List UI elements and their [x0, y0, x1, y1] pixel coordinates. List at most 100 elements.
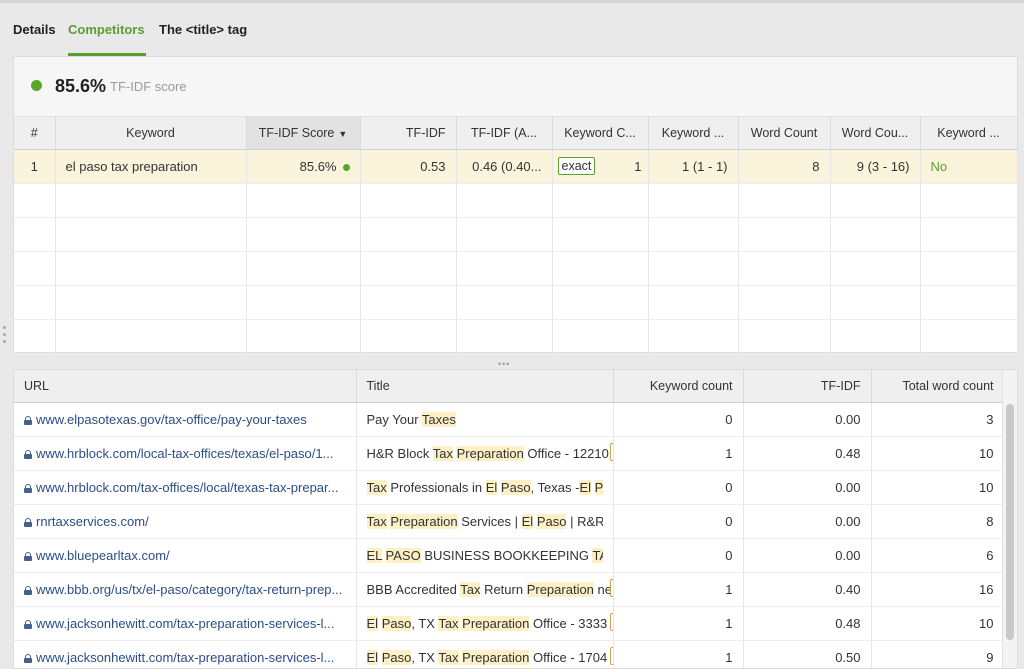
title-text: El Paso, TX Tax Preparation Office - 333… — [366, 615, 610, 631]
keyword-highlight: Preparation — [462, 615, 530, 631]
title-segment: Professionals in — [386, 479, 486, 495]
keyword-highlight: Tax — [432, 445, 453, 461]
column-header-url[interactable]: URL — [14, 370, 357, 403]
url-link[interactable]: www.elpasotexas.gov/tax-office/pay-your-… — [36, 412, 307, 427]
keyword-highlight: Taxes — [421, 411, 456, 427]
column-header-tfidf[interactable]: TF-IDF — [743, 370, 872, 403]
column-header-keyword-c[interactable]: Keyword C... — [552, 117, 649, 150]
column-header-keyword[interactable]: Keyword — [55, 117, 247, 150]
title-text: BBB Accredited Tax Return Preparation ne — [366, 581, 610, 597]
column-header-word-count[interactable]: Word Count — [738, 117, 831, 150]
column-header-keyword-flag[interactable]: Keyword ... — [920, 117, 1018, 150]
title-text: Pay Your Taxes — [366, 411, 603, 427]
tfidf-cell: 0.00 — [743, 402, 872, 437]
word-count-range-cell: 9 (3 - 16) — [830, 149, 921, 184]
title-cell: H&R Block Tax Preparation Office - 12210… — [356, 436, 614, 471]
score-summary: 85.6% TF-IDF score — [14, 57, 1017, 117]
tab-details[interactable]: Details — [13, 22, 56, 37]
table-row[interactable]: www.bluepearltax.com/EL PASO BUSINESS BO… — [14, 538, 1005, 573]
score-value: 85.6% — [55, 76, 107, 96]
keyword-highlight: Paso — [381, 615, 412, 631]
title-segment: BBB Accredited — [366, 581, 461, 597]
title-segment: Office - 3333 — [529, 615, 608, 631]
title-cell: El Paso, TX Tax Preparation Office - 333… — [356, 606, 614, 641]
tfidf-score-cell: 85.6% — [246, 149, 361, 184]
url-link[interactable]: www.hrblock.com/local-tax-offices/texas/… — [36, 446, 333, 461]
title-cell: El Paso, TX Tax Preparation Office - 170… — [356, 640, 614, 668]
tfidf-cell: 0.48 — [743, 436, 872, 471]
column-header-tfidf-avg[interactable]: TF-IDF (A... — [456, 117, 553, 150]
vertical-scrollbar-thumb[interactable] — [1006, 404, 1014, 640]
tfidf-cell: 0.00 — [743, 538, 872, 573]
url-link[interactable]: www.bluepearltax.com/ — [36, 548, 170, 563]
title-cell: EL PASO BUSINESS BOOKKEEPING TA — [356, 538, 614, 573]
keyword-highlight: Paso — [536, 513, 567, 529]
tab-bar: Details Competitors The <title> tag — [0, 0, 1024, 56]
keyword-count-cell: 1 — [613, 606, 744, 641]
tfidf-cell: 0.00 — [743, 504, 872, 539]
title-segment: Pay Your — [366, 411, 422, 427]
title-cell: Tax Preparation Services | El Paso | R&R… — [356, 504, 614, 539]
keyword-count-cell: 1 — [613, 572, 744, 607]
score-label: TF-IDF score — [110, 79, 187, 94]
keyword-highlight: Paso — [381, 649, 412, 665]
column-header-total-word-count[interactable]: Total word count — [871, 370, 1005, 403]
total-word-count-cell: 10 — [871, 606, 1005, 641]
tfidf-cell: 0.50 — [743, 640, 872, 668]
table-row[interactable]: www.jacksonhewitt.com/tax-preparation-se… — [14, 606, 1005, 641]
title-cell: BBB Accredited Tax Return Preparation ne… — [356, 572, 614, 607]
column-header-word-count-range[interactable]: Word Cou... — [830, 117, 921, 150]
url-link[interactable]: www.hrblock.com/tax-offices/local/texas-… — [36, 480, 339, 495]
score-status-icon — [31, 80, 42, 91]
url-cell: rnrtaxservices.com/ — [14, 504, 357, 539]
column-header-num[interactable]: # — [14, 117, 56, 150]
empty-row — [14, 319, 1018, 354]
table-row[interactable]: www.jacksonhewitt.com/tax-preparation-se… — [14, 640, 1005, 668]
side-resize-handle[interactable] — [3, 326, 6, 348]
url-link[interactable]: www.jacksonhewitt.com/tax-preparation-se… — [36, 650, 334, 665]
panel-splitter-handle[interactable]: ••• — [498, 359, 510, 369]
title-segment: H&R Block — [366, 445, 433, 461]
keyword-highlight: El — [485, 479, 498, 495]
total-word-count-cell: 10 — [871, 470, 1005, 505]
empty-row — [14, 217, 1018, 252]
url-link[interactable]: www.bbb.org/us/tx/el-paso/category/tax-r… — [36, 582, 342, 597]
row-number: 1 — [14, 149, 56, 184]
column-header-tfidf[interactable]: TF-IDF — [360, 117, 457, 150]
title-segment: Services | — [457, 513, 522, 529]
table-row[interactable]: www.hrblock.com/local-tax-offices/texas/… — [14, 436, 1005, 471]
keyword-highlight: EL — [366, 547, 382, 563]
title-segment: Office - 12210 — [523, 445, 609, 461]
url-link[interactable]: rnrtaxservices.com/ — [36, 514, 149, 529]
column-header-keyword-count[interactable]: Keyword count — [613, 370, 744, 403]
table-row[interactable]: www.bbb.org/us/tx/el-paso/category/tax-r… — [14, 572, 1005, 607]
url-cell: www.bluepearltax.com/ — [14, 538, 357, 573]
table-row[interactable]: rnrtaxservices.com/Tax Preparation Servi… — [14, 504, 1005, 539]
keyword-highlight: Tax — [366, 513, 387, 529]
title-segment: Office - 1704 — [529, 649, 608, 665]
table-row[interactable]: www.elpasotexas.gov/tax-office/pay-your-… — [14, 402, 1005, 437]
table-row[interactable]: www.hrblock.com/tax-offices/local/texas-… — [14, 470, 1005, 505]
score-status-icon — [342, 163, 350, 171]
match-type-badge: exact — [557, 157, 596, 175]
column-header-keyword-range[interactable]: Keyword ... — [648, 117, 739, 150]
tab-competitors[interactable]: Competitors — [68, 22, 145, 37]
keyword-flag-cell: No — [920, 149, 1018, 184]
tfidf-avg-cell: 0.46 (0.40... — [456, 149, 553, 184]
lock-icon — [24, 551, 32, 561]
lock-icon — [24, 483, 32, 493]
tfidf-cell: 0.00 — [743, 470, 872, 505]
keywords-panel: 85.6% TF-IDF score # Keyword TF-IDF Scor… — [13, 56, 1018, 354]
match-type-badge: broad — [609, 578, 612, 597]
keyword-highlight: El — [521, 513, 534, 529]
tab-title-tag[interactable]: The <title> tag — [159, 22, 247, 37]
keyword-highlight: Preparation — [526, 581, 594, 597]
keyword-highlight: El — [579, 479, 592, 495]
total-word-count-cell: 9 — [871, 640, 1005, 668]
url-link[interactable]: www.jacksonhewitt.com/tax-preparation-se… — [36, 616, 334, 631]
table-row[interactable]: 1 el paso tax preparation 85.6% 0.53 0.4… — [14, 149, 1018, 184]
column-header-tfidf-score[interactable]: TF-IDF Score ▼ — [246, 117, 361, 150]
keyword-highlight: El — [366, 615, 379, 631]
keyword-count-cell: 0 — [613, 538, 744, 573]
column-header-title[interactable]: Title — [356, 370, 614, 403]
